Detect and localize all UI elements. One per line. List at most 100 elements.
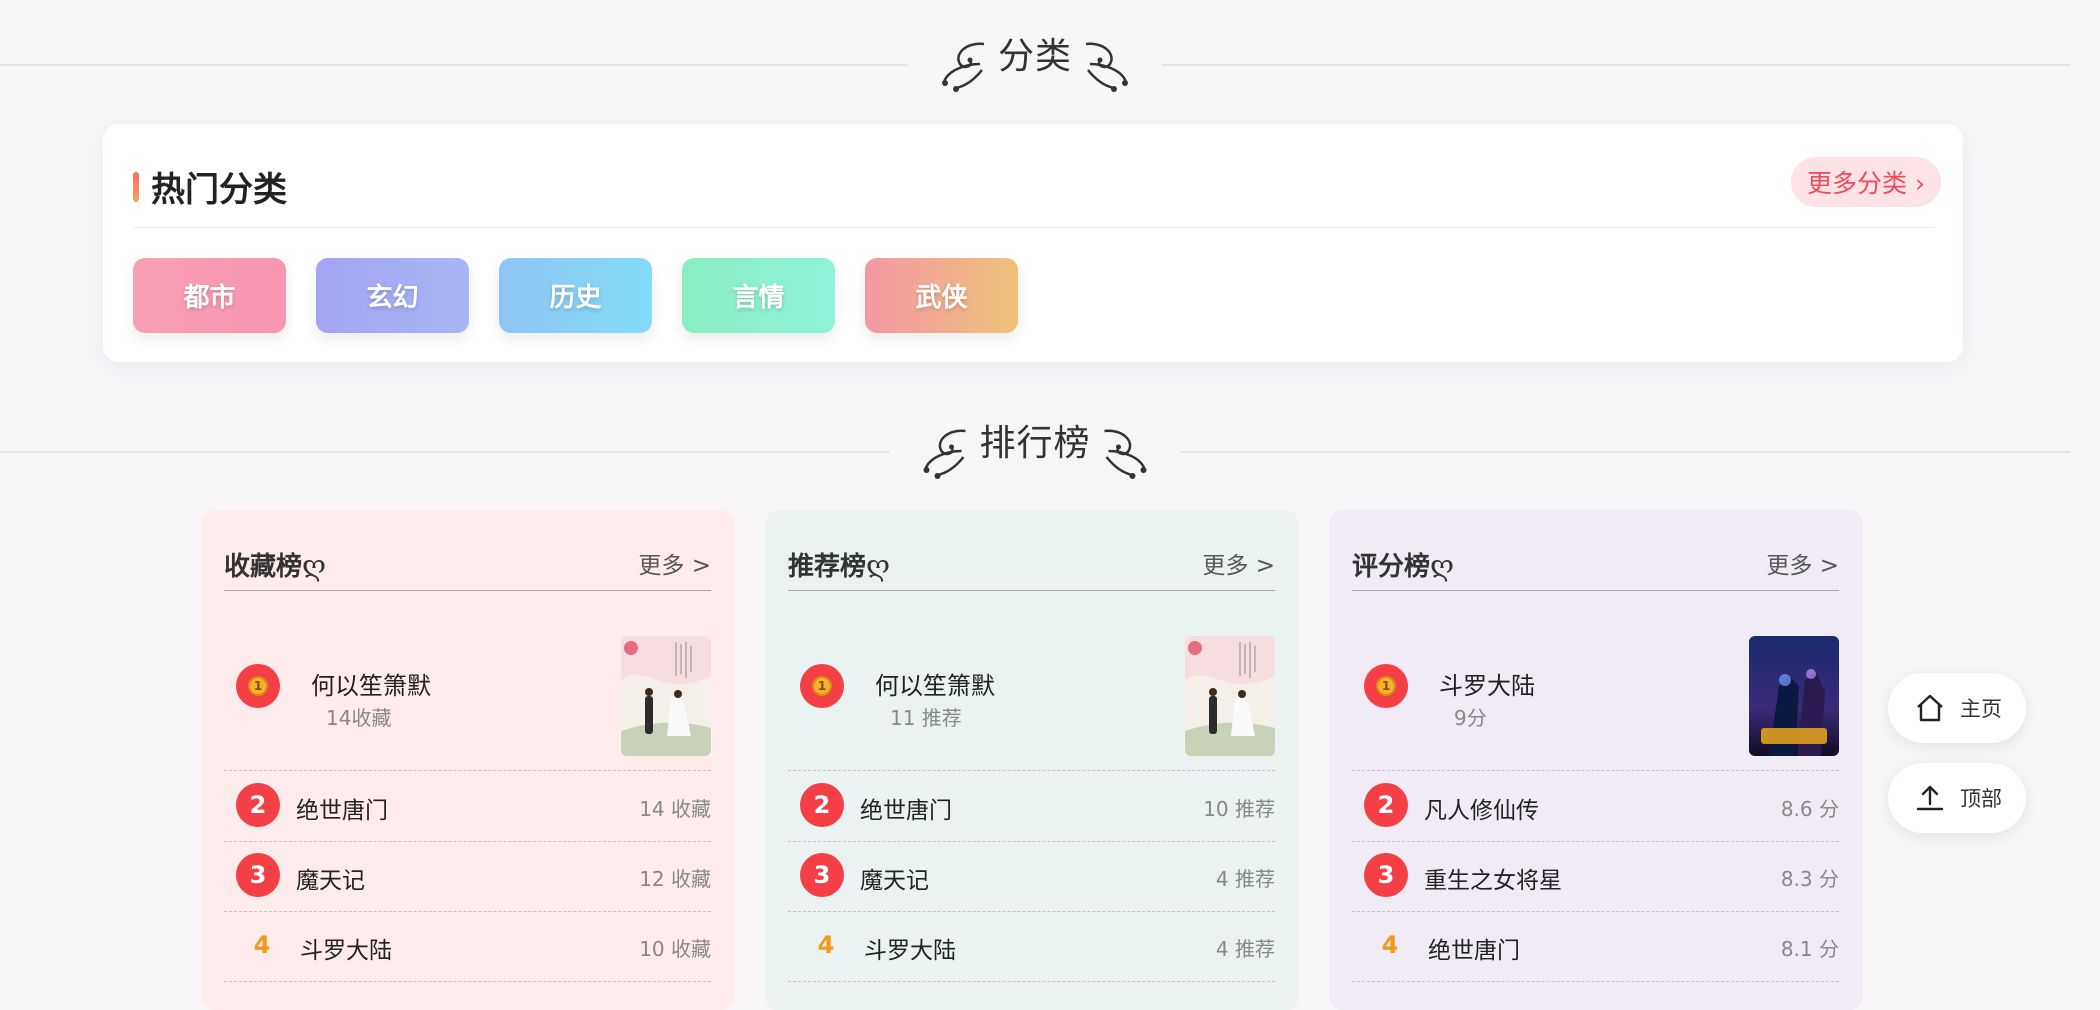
ranking-book-title[interactable]: 魔天记 — [296, 861, 365, 895]
rank-number-badge: 2 — [236, 783, 280, 827]
ranking-row[interactable]: 2 凡人修仙传 8.6 分 — [1352, 771, 1839, 842]
ranking-title-text: 收藏榜 — [224, 552, 303, 582]
ranking-divider — [224, 590, 711, 591]
ranking-heading-label: 排行榜 — [979, 423, 1091, 464]
hot-category-card: 热门分类 更多分类 › 都市 玄幻 历史 言情 武侠 — [103, 124, 1963, 362]
ranking-panel: 收藏榜ღ 更多 > 1 何以笙箫默 14收藏 2 绝世唐门 14 收藏 3 魔天记 12 收藏 4 斗罗… — [201, 510, 735, 1010]
ranking-title: 收藏榜ღ — [224, 546, 326, 583]
ranking-book-value: 10 收藏 — [639, 937, 711, 961]
ranking-title-text: 评分榜 — [1352, 552, 1431, 582]
hot-category-title: 热门分类 — [151, 170, 287, 210]
ranking-more-link[interactable]: 更多 > — [638, 546, 711, 580]
hot-category-header: 热门分类 — [133, 162, 287, 211]
ranking-book-value: 14 收藏 — [639, 797, 711, 821]
gold-medal-icon: 1 — [1364, 664, 1408, 708]
ranking-divider — [1352, 590, 1839, 591]
ranking-section-heading: 排行榜 — [889, 421, 1181, 481]
category-tag[interactable]: 历史 — [499, 258, 652, 333]
category-tag[interactable]: 都市 — [133, 258, 286, 333]
book-cover-image[interactable] — [1749, 636, 1839, 756]
rank-number-badge: 3 — [800, 853, 844, 897]
ranking-panel: 推荐榜ღ 更多 > 1 何以笙箫默 11 推荐 2 绝世唐门 10 推荐 3 魔天记 4 推荐 4 斗罗… — [765, 510, 1299, 1010]
book-cover-image[interactable] — [1185, 636, 1275, 756]
ranking-divider — [788, 590, 1275, 591]
ranking-book-value: 8.3 分 — [1780, 867, 1839, 891]
home-label: 主页 — [1960, 697, 2002, 721]
ranking-book-value: 4 推荐 — [1215, 937, 1275, 961]
medal-number: 1 — [248, 676, 268, 696]
medal-number: 1 — [1376, 676, 1396, 696]
ranking-row[interactable]: 4 斗罗大陆 10 收藏 — [224, 911, 711, 982]
category-section-divider: 分类 — [0, 34, 2070, 94]
rank-number-badge: 4 — [1381, 931, 1399, 959]
category-tag[interactable]: 武侠 — [865, 258, 1018, 333]
ranking-top-item[interactable]: 1 斗罗大陆 9分 — [1352, 626, 1839, 756]
ranking-book-value: 10 推荐 — [1203, 797, 1275, 821]
book-cover-image[interactable] — [621, 636, 711, 756]
swirl-left-icon — [941, 42, 985, 92]
gold-medal-icon: 1 — [236, 664, 280, 708]
top-book-meta: 11 推荐 — [890, 706, 962, 730]
rank-number-badge: 3 — [236, 853, 280, 897]
ranking-row[interactable]: 2 绝世唐门 10 推荐 — [788, 771, 1275, 842]
ranking-book-title[interactable]: 重生之女将星 — [1424, 861, 1562, 895]
title-accent-bar — [133, 171, 139, 202]
top-book-title: 何以笙箫默 — [875, 672, 995, 700]
ranking-book-title[interactable]: 绝世唐门 — [860, 791, 952, 825]
ranking-row[interactable]: 3 重生之女将星 8.3 分 — [1352, 841, 1839, 912]
gold-medal-icon: 1 — [800, 664, 844, 708]
category-section-heading: 分类 — [907, 34, 1163, 94]
rank-number-badge: 4 — [817, 931, 835, 959]
ranking-top-item[interactable]: 1 何以笙箫默 11 推荐 — [788, 626, 1275, 756]
top-book-title: 何以笙箫默 — [311, 672, 431, 700]
ranking-book-value: 12 收藏 — [639, 867, 711, 891]
rank-number-badge: 2 — [800, 783, 844, 827]
ranking-book-title[interactable]: 斗罗大陆 — [300, 931, 392, 965]
category-tag[interactable]: 玄幻 — [316, 258, 469, 333]
ranking-book-title[interactable]: 绝世唐门 — [1428, 931, 1520, 965]
swirl-right-icon — [1104, 429, 1147, 479]
ranking-book-title[interactable]: 绝世唐门 — [296, 791, 388, 825]
back-to-top-button[interactable]: 顶部 — [1888, 763, 2026, 833]
home-icon — [1917, 694, 1943, 722]
ranking-row[interactable]: 3 魔天记 12 收藏 — [224, 841, 711, 912]
ranking-section-divider: 排行榜 — [0, 421, 2070, 481]
ranking-row[interactable]: 4 斗罗大陆 4 推荐 — [788, 911, 1275, 982]
swirl-right-icon — [1085, 42, 1129, 92]
ranking-top-item[interactable]: 1 何以笙箫默 14收藏 — [224, 626, 711, 756]
heart-icon: ღ — [866, 549, 891, 582]
category-tag[interactable]: 言情 — [682, 258, 835, 333]
ranking-header: 推荐榜ღ 更多 > — [788, 534, 1275, 584]
ranking-more-link[interactable]: 更多 > — [1766, 546, 1839, 580]
ranking-book-value: 4 推荐 — [1215, 867, 1275, 891]
ranking-row[interactable]: 3 魔天记 4 推荐 — [788, 841, 1275, 912]
ranking-title-text: 推荐榜 — [788, 552, 867, 582]
swirl-left-icon — [923, 429, 966, 479]
ranking-title: 推荐榜ღ — [788, 546, 890, 583]
top-book-meta: 9分 — [1454, 706, 1487, 730]
top-book-title: 斗罗大陆 — [1439, 672, 1535, 700]
ranking-book-title[interactable]: 魔天记 — [860, 861, 929, 895]
category-tag-list: 都市 玄幻 历史 言情 武侠 — [133, 258, 1018, 333]
card-divider — [133, 227, 1935, 228]
more-categories-button[interactable]: 更多分类 › — [1791, 157, 1941, 207]
ranking-header: 收藏榜ღ 更多 > — [224, 534, 711, 584]
top-book-meta: 14收藏 — [326, 706, 392, 730]
home-button[interactable]: 主页 — [1888, 673, 2026, 743]
ranking-book-title[interactable]: 凡人修仙传 — [1424, 791, 1539, 825]
ranking-book-title[interactable]: 斗罗大陆 — [864, 931, 956, 965]
ranking-row[interactable]: 2 绝世唐门 14 收藏 — [224, 771, 711, 842]
rank-number-badge: 3 — [1364, 853, 1408, 897]
ranking-row[interactable]: 4 绝世唐门 8.1 分 — [1352, 911, 1839, 982]
ranking-header: 评分榜ღ 更多 > — [1352, 534, 1839, 584]
category-heading-label: 分类 — [997, 36, 1073, 77]
ranking-title: 评分榜ღ — [1352, 546, 1454, 583]
ranking-more-link[interactable]: 更多 > — [1202, 546, 1275, 580]
heart-icon: ღ — [302, 549, 327, 582]
top-label: 顶部 — [1960, 787, 2002, 811]
medal-number: 1 — [812, 676, 832, 696]
ranking-panel: 评分榜ღ 更多 > 1 斗罗大陆 9分 2 凡人修仙传 8.6 分 3 重生之女将星 8.3 分 4 绝… — [1329, 510, 1863, 1010]
rank-number-badge: 2 — [1364, 783, 1408, 827]
ranking-book-value: 8.1 分 — [1780, 937, 1839, 961]
heart-icon: ღ — [1430, 549, 1455, 582]
